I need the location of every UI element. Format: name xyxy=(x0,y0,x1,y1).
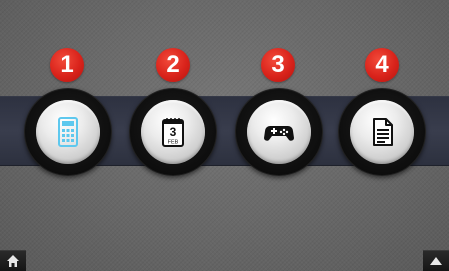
home-button[interactable] xyxy=(0,250,26,271)
calendar-day-label: 3 xyxy=(170,125,177,139)
calculator-icon xyxy=(58,117,78,147)
document-icon xyxy=(373,118,393,146)
scroll-up-button[interactable] xyxy=(423,250,449,271)
games-button-face xyxy=(247,100,311,164)
games-app-button[interactable] xyxy=(235,88,323,176)
app-number-badge-3: 3 xyxy=(261,48,295,82)
app-number-badge-4: 4 xyxy=(365,48,399,82)
home-screen: 1 2 3 4 3 FEB xyxy=(0,0,449,271)
calendar-icon: 3 FEB xyxy=(162,118,184,147)
calculator-app-button[interactable] xyxy=(24,88,112,176)
gamepad-icon xyxy=(264,126,294,141)
home-icon xyxy=(7,255,19,267)
app-number-badge-1: 1 xyxy=(50,48,84,82)
app-number-badge-2: 2 xyxy=(156,48,190,82)
calendar-app-button[interactable]: 3 FEB xyxy=(129,88,217,176)
documents-app-button[interactable] xyxy=(338,88,426,176)
up-arrow-icon xyxy=(430,257,442,265)
documents-button-face xyxy=(350,100,414,164)
calendar-button-face: 3 FEB xyxy=(141,100,205,164)
calculator-button-face xyxy=(36,100,100,164)
calendar-month-label: FEB xyxy=(168,140,179,146)
